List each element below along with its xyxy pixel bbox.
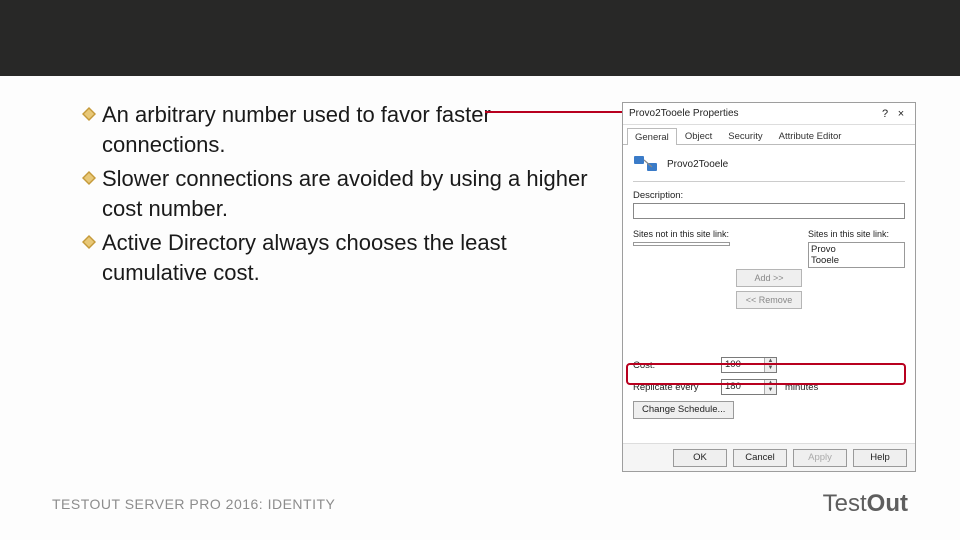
tab-object[interactable]: Object <box>677 127 720 144</box>
spinner-buttons: ▲ ▼ <box>764 358 776 372</box>
footer-course-title: TESTOUT SERVER PRO 2016: IDENTITY <box>52 496 335 512</box>
chevron-up-icon[interactable]: ▲ <box>765 380 776 387</box>
change-schedule-button[interactable]: Change Schedule... <box>633 401 734 419</box>
object-name: Provo2Tooele <box>667 159 728 170</box>
description-label: Description: <box>633 190 905 201</box>
cancel-button[interactable]: Cancel <box>733 449 787 467</box>
add-button[interactable]: Add >> <box>736 269 802 287</box>
diamond-icon <box>82 107 96 121</box>
bullet-item: Active Directory always chooses the leas… <box>82 228 592 288</box>
dialog-titlebar: Provo2Tooele Properties ? × <box>623 103 915 125</box>
help-button[interactable]: Help <box>853 449 907 467</box>
list-item[interactable]: Provo <box>811 244 902 255</box>
cost-row: Cost: 100 ▲ ▼ <box>633 357 905 373</box>
tab-strip: General Object Security Attribute Editor <box>623 125 915 145</box>
left-list-label: Sites not in this site link: <box>633 229 730 240</box>
bullet-item: Slower connections are avoided by using … <box>82 164 592 224</box>
replicate-label: Replicate every <box>633 382 713 393</box>
left-list-column: Sites not in this site link: <box>633 229 730 246</box>
object-header-row: Provo2Tooele <box>633 153 905 182</box>
logo-thin: Test <box>823 490 867 517</box>
chevron-down-icon[interactable]: ▼ <box>765 365 776 372</box>
bullet-text: An arbitrary number used to favor faster… <box>102 100 592 160</box>
help-icon[interactable]: ? <box>877 108 893 120</box>
sites-not-in-link-listbox[interactable] <box>633 242 730 246</box>
bullet-text: Active Directory always chooses the leas… <box>102 228 592 288</box>
diamond-icon <box>82 235 96 249</box>
cost-label: Cost: <box>633 360 713 371</box>
right-list-label: Sites in this site link: <box>808 229 905 240</box>
replicate-value: 180 <box>722 380 764 394</box>
cost-value: 100 <box>722 358 764 372</box>
logo-bold: Out <box>867 490 908 517</box>
spinner-buttons: ▲ ▼ <box>764 380 776 394</box>
ok-button[interactable]: OK <box>673 449 727 467</box>
tab-general[interactable]: General <box>627 128 677 145</box>
cost-spinner[interactable]: 100 ▲ ▼ <box>721 357 777 373</box>
close-icon[interactable]: × <box>893 108 909 120</box>
description-input[interactable] <box>633 203 905 219</box>
callout-line-horizontal <box>485 111 637 113</box>
top-bar <box>0 0 960 76</box>
chevron-up-icon[interactable]: ▲ <box>765 358 776 365</box>
tab-attribute-editor[interactable]: Attribute Editor <box>771 127 850 144</box>
diamond-icon <box>82 171 96 185</box>
right-list-column: Sites in this site link: Provo Tooele <box>808 229 905 268</box>
move-buttons-column: Add >> << Remove <box>736 229 802 349</box>
chevron-down-icon[interactable]: ▼ <box>765 387 776 394</box>
logo-text: TestOut <box>823 490 908 517</box>
replicate-row: Replicate every 180 ▲ ▼ minutes <box>633 379 905 395</box>
bullet-item: An arbitrary number used to favor faster… <box>82 100 592 160</box>
apply-button[interactable]: Apply <box>793 449 847 467</box>
sites-in-link-listbox[interactable]: Provo Tooele <box>808 242 905 268</box>
bullet-text: Slower connections are avoided by using … <box>102 164 592 224</box>
dialog-footer: OK Cancel Apply Help <box>623 443 915 471</box>
remove-button[interactable]: << Remove <box>736 291 802 309</box>
dialog-body: Provo2Tooele Description: Sites not in t… <box>623 145 915 445</box>
replicate-spinner[interactable]: 180 ▲ ▼ <box>721 379 777 395</box>
list-item[interactable]: Tooele <box>811 255 902 266</box>
footer-logo: TestOut <box>823 490 908 518</box>
site-lists-row: Sites not in this site link: Add >> << R… <box>633 229 905 349</box>
slide: An arbitrary number used to favor faster… <box>0 0 960 540</box>
replicate-unit: minutes <box>785 382 818 393</box>
description-row: Description: <box>633 190 905 219</box>
tab-security[interactable]: Security <box>720 127 770 144</box>
dialog-title: Provo2Tooele Properties <box>629 108 877 119</box>
bullet-list: An arbitrary number used to favor faster… <box>82 100 592 292</box>
properties-dialog: Provo2Tooele Properties ? × General Obje… <box>622 102 916 472</box>
site-link-icon <box>633 153 659 175</box>
